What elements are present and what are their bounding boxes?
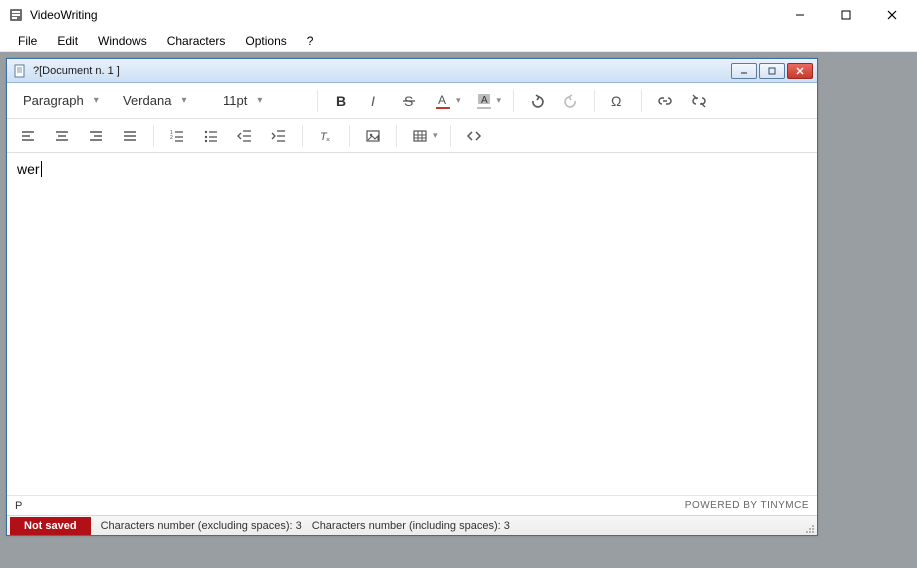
- font-family-select[interactable]: Verdana ▾: [113, 88, 209, 114]
- menu-edit[interactable]: Edit: [47, 31, 88, 51]
- svg-text:A: A: [438, 93, 446, 106]
- close-button[interactable]: [869, 0, 915, 30]
- toolbar-separator: [396, 125, 397, 147]
- editor-text: wer: [17, 161, 40, 177]
- document-footer: Not saved Characters number (excluding s…: [7, 515, 817, 535]
- insert-link-button[interactable]: [650, 87, 680, 115]
- document-titlebar[interactable]: ?[Document n. 1 ]: [7, 59, 817, 83]
- toolbar-separator: [641, 90, 642, 112]
- minimize-button[interactable]: [777, 0, 823, 30]
- powered-by-label: POWERED BY TINYMCE: [685, 500, 809, 511]
- bold-button[interactable]: B: [326, 87, 356, 115]
- insert-table-button[interactable]: ▾: [405, 122, 442, 150]
- toolbar-separator: [594, 90, 595, 112]
- document-window: ?[Document n. 1 ] Paragraph ▾ Verdana ▾: [6, 58, 818, 536]
- app-title: VideoWriting: [30, 8, 98, 22]
- italic-button[interactable]: I: [360, 87, 390, 115]
- chevron-down-icon: ▾: [181, 95, 186, 106]
- svg-text:B: B: [336, 93, 346, 109]
- formatting-toolbar: Paragraph ▾ Verdana ▾ 11pt ▾ B I S A ▾: [7, 83, 817, 119]
- text-color-swatch: [436, 107, 450, 109]
- align-justify-button[interactable]: [115, 122, 145, 150]
- toolbar-separator: [349, 125, 350, 147]
- clear-formatting-button[interactable]: T×: [311, 122, 341, 150]
- special-character-button[interactable]: Ω: [603, 87, 633, 115]
- align-right-button[interactable]: [81, 122, 111, 150]
- chevron-down-icon: ▾: [456, 95, 465, 106]
- toolbar-separator: [450, 125, 451, 147]
- font-size-label: 11pt: [223, 93, 247, 108]
- paragraph-format-label: Paragraph: [23, 93, 84, 108]
- document-title: ?[Document n. 1 ]: [33, 65, 120, 77]
- text-color-button[interactable]: A ▾: [428, 87, 465, 115]
- toolbar-separator: [153, 125, 154, 147]
- indent-button[interactable]: [264, 122, 294, 150]
- ordered-list-button[interactable]: 12: [162, 122, 192, 150]
- unordered-list-button[interactable]: [196, 122, 226, 150]
- chevron-down-icon: ▾: [497, 95, 506, 106]
- svg-text:I: I: [371, 93, 375, 109]
- maximize-button[interactable]: [823, 0, 869, 30]
- menu-help[interactable]: ?: [297, 31, 324, 51]
- toolbar-separator: [317, 90, 318, 112]
- align-left-button[interactable]: [13, 122, 43, 150]
- mdi-client-area: ?[Document n. 1 ] Paragraph ▾ Verdana ▾: [0, 52, 917, 568]
- char-count-excluding: Characters number (excluding spaces): 3: [101, 520, 302, 532]
- chevron-down-icon: ▾: [257, 95, 262, 106]
- svg-text:A: A: [481, 95, 488, 106]
- app-icon: [8, 7, 24, 23]
- toolbar-separator: [513, 90, 514, 112]
- align-center-button[interactable]: [47, 122, 77, 150]
- chevron-down-icon: ▾: [433, 130, 442, 141]
- outdent-button[interactable]: [230, 122, 260, 150]
- svg-text:2: 2: [170, 135, 173, 141]
- source-code-button[interactable]: [459, 122, 489, 150]
- paragraph-toolbar: 12 T× ▾: [7, 119, 817, 153]
- chevron-down-icon: ▾: [94, 95, 99, 106]
- text-caret: [41, 161, 42, 177]
- svg-text:Ω: Ω: [611, 93, 621, 109]
- menu-windows[interactable]: Windows: [88, 31, 157, 51]
- font-size-select[interactable]: 11pt ▾: [213, 88, 309, 114]
- insert-image-button[interactable]: [358, 122, 388, 150]
- save-status-badge: Not saved: [10, 517, 91, 535]
- redo-button[interactable]: [556, 87, 586, 115]
- char-count-including: Characters number (including spaces): 3: [312, 520, 510, 532]
- highlight-color-swatch: [477, 107, 491, 109]
- child-maximize-button[interactable]: [759, 63, 785, 79]
- menu-options[interactable]: Options: [235, 31, 296, 51]
- editor-content-area[interactable]: wer: [7, 153, 817, 495]
- menu-file[interactable]: File: [8, 31, 47, 51]
- resize-grip-icon[interactable]: [803, 522, 815, 534]
- undo-button[interactable]: [522, 87, 552, 115]
- font-family-label: Verdana: [123, 93, 171, 108]
- document-icon: [13, 64, 27, 78]
- child-close-button[interactable]: [787, 63, 813, 79]
- remove-link-button[interactable]: [684, 87, 714, 115]
- svg-text:×: ×: [326, 137, 330, 144]
- highlight-color-button[interactable]: A ▾: [469, 87, 506, 115]
- toolbar-separator: [302, 125, 303, 147]
- editor-status-bar: P POWERED BY TINYMCE: [7, 495, 817, 515]
- menu-characters[interactable]: Characters: [157, 31, 236, 51]
- paragraph-format-select[interactable]: Paragraph ▾: [13, 88, 109, 114]
- element-path[interactable]: P: [15, 500, 22, 512]
- app-titlebar: VideoWriting: [0, 0, 917, 30]
- menu-bar: File Edit Windows Characters Options ?: [0, 30, 917, 52]
- child-minimize-button[interactable]: [731, 63, 757, 79]
- strikethrough-button[interactable]: S: [394, 87, 424, 115]
